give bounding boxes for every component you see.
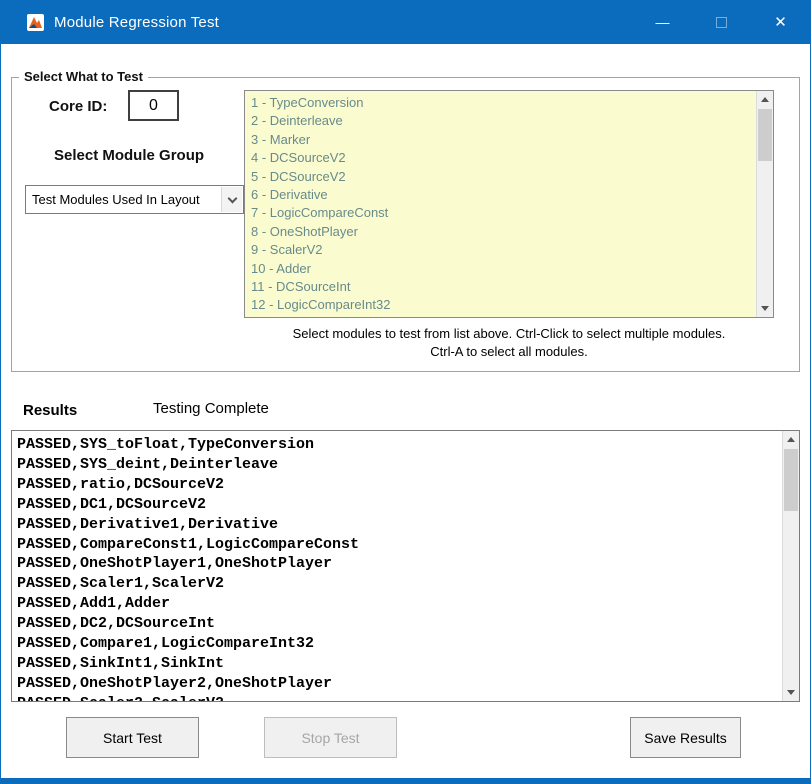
module-list: 1 - TypeConversion2 - Deinterleave3 - Ma… bbox=[245, 94, 755, 317]
module-select-hint: Select modules to test from list above. … bbox=[209, 325, 809, 361]
minimize-button[interactable]: — bbox=[633, 0, 692, 44]
scroll-up-button[interactable] bbox=[783, 431, 799, 448]
module-regression-test-window: Module Regression Test — ✕ Select What t… bbox=[0, 0, 811, 784]
module-list-item[interactable]: 2 - Deinterleave bbox=[245, 112, 755, 130]
combo-arrow-box bbox=[221, 187, 242, 212]
scroll-up-button[interactable] bbox=[757, 91, 773, 108]
minimize-icon: — bbox=[656, 14, 670, 30]
result-row[interactable]: PASSED,OneShotPlayer1,OneShotPlayer bbox=[12, 554, 781, 574]
module-group-selected-value: Test Modules Used In Layout bbox=[32, 192, 200, 207]
module-list-item[interactable]: 8 - OneShotPlayer bbox=[245, 223, 755, 241]
module-list-item[interactable]: 7 - LogicCompareConst bbox=[245, 204, 755, 222]
module-group-select[interactable]: Test Modules Used In Layout bbox=[25, 185, 244, 214]
matlab-icon bbox=[27, 14, 44, 31]
result-row[interactable]: PASSED,OneShotPlayer2,OneShotPlayer bbox=[12, 674, 781, 694]
scrollbar-thumb[interactable] bbox=[758, 109, 772, 161]
module-list-item[interactable]: 9 - ScalerV2 bbox=[245, 241, 755, 259]
maximize-icon bbox=[716, 17, 727, 28]
result-row[interactable]: PASSED,CompareConst1,LogicCompareConst bbox=[12, 535, 781, 555]
module-list-item[interactable]: 5 - DCSourceV2 bbox=[245, 168, 755, 186]
result-row[interactable]: PASSED,SinkInt1,SinkInt bbox=[12, 654, 781, 674]
module-list-item[interactable]: 3 - Marker bbox=[245, 131, 755, 149]
window-controls: — ✕ bbox=[633, 0, 810, 44]
maximize-button[interactable] bbox=[692, 0, 751, 44]
module-group-label: Select Module Group bbox=[54, 147, 204, 164]
save-results-button[interactable]: Save Results bbox=[630, 717, 741, 758]
results-status: Testing Complete bbox=[153, 400, 269, 417]
module-list-item[interactable]: 12 - LogicCompareInt32 bbox=[245, 296, 755, 314]
titlebar: Module Regression Test — ✕ bbox=[1, 0, 810, 44]
start-test-button[interactable]: Start Test bbox=[66, 717, 199, 758]
result-row[interactable]: PASSED,SYS_toFloat,TypeConversion bbox=[12, 435, 781, 455]
module-list-item[interactable]: 11 - DCSourceInt bbox=[245, 278, 755, 296]
scroll-down-button[interactable] bbox=[783, 684, 799, 701]
arrow-down-icon bbox=[787, 690, 795, 695]
module-list-item[interactable]: 1 - TypeConversion bbox=[245, 94, 755, 112]
arrow-up-icon bbox=[761, 97, 769, 102]
result-row[interactable]: PASSED,Add1,Adder bbox=[12, 594, 781, 614]
module-list-item[interactable]: 6 - Derivative bbox=[245, 186, 755, 204]
titlebar-left: Module Regression Test bbox=[1, 14, 219, 31]
close-button[interactable]: ✕ bbox=[751, 0, 810, 44]
result-row[interactable]: PASSED,DC1,DCSourceV2 bbox=[12, 495, 781, 515]
stop-test-button[interactable]: Stop Test bbox=[264, 717, 397, 758]
result-row[interactable]: PASSED,Scaler1,ScalerV2 bbox=[12, 574, 781, 594]
module-list-item[interactable]: 4 - DCSourceV2 bbox=[245, 149, 755, 167]
core-id-label: Core ID: bbox=[49, 98, 107, 115]
module-listbox[interactable]: 1 - TypeConversion2 - Deinterleave3 - Ma… bbox=[244, 90, 774, 318]
results-list: PASSED,SYS_toFloat,TypeConversionPASSED,… bbox=[12, 435, 781, 701]
hint-line-2: Ctrl-A to select all modules. bbox=[209, 343, 809, 361]
window-title: Module Regression Test bbox=[54, 14, 219, 31]
core-id-input[interactable] bbox=[128, 90, 179, 121]
scroll-down-button[interactable] bbox=[757, 300, 773, 317]
module-list-item[interactable]: 10 - Adder bbox=[245, 260, 755, 278]
arrow-down-icon bbox=[761, 306, 769, 311]
result-row[interactable]: PASSED,Compare1,LogicCompareInt32 bbox=[12, 634, 781, 654]
groupbox-legend: Select What to Test bbox=[19, 69, 148, 84]
result-row[interactable]: PASSED,SYS_deint,Deinterleave bbox=[12, 455, 781, 475]
result-row[interactable]: PASSED,ratio,DCSourceV2 bbox=[12, 475, 781, 495]
result-row[interactable]: PASSED,Derivative1,Derivative bbox=[12, 515, 781, 535]
chevron-down-icon bbox=[227, 193, 237, 203]
result-row[interactable]: PASSED,DC2,DCSourceInt bbox=[12, 614, 781, 634]
scrollbar-thumb[interactable] bbox=[784, 449, 798, 511]
close-icon: ✕ bbox=[774, 13, 787, 31]
hint-line-1: Select modules to test from list above. … bbox=[209, 325, 809, 343]
arrow-up-icon bbox=[787, 437, 795, 442]
module-list-scrollbar[interactable] bbox=[756, 91, 773, 317]
results-label: Results bbox=[23, 402, 77, 419]
results-listbox[interactable]: PASSED,SYS_toFloat,TypeConversionPASSED,… bbox=[11, 430, 800, 702]
result-row[interactable]: PASSED,Scaler2,ScalerV2 bbox=[12, 694, 781, 701]
results-scrollbar[interactable] bbox=[782, 431, 799, 701]
